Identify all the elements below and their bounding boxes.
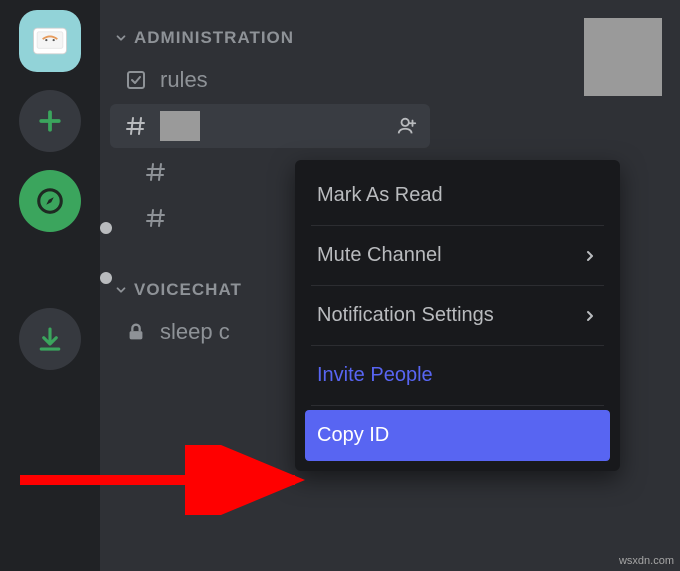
hash-icon [142, 206, 170, 230]
download-icon [35, 324, 65, 354]
menu-label: Mark As Read [317, 184, 443, 207]
menu-label: Mute Channel [317, 244, 442, 267]
menu-invite-people[interactable]: Invite People [305, 350, 610, 401]
chevron-right-icon [582, 248, 598, 264]
menu-separator [311, 285, 604, 286]
hash-icon [122, 114, 150, 138]
chevron-down-icon [114, 283, 128, 297]
menu-label: Notification Settings [317, 304, 494, 327]
chevron-right-icon [582, 308, 598, 324]
menu-separator [311, 345, 604, 346]
menu-separator [311, 405, 604, 406]
rules-icon [122, 68, 150, 92]
menu-label: Invite People [317, 364, 433, 387]
keycap-icon [28, 19, 72, 63]
compass-icon [35, 186, 65, 216]
category-administration[interactable]: ADMINISTRATION [100, 20, 440, 56]
channel-selected[interactable] [110, 104, 430, 148]
menu-mark-read[interactable]: Mark As Read [305, 170, 610, 221]
category-label: ADMINISTRATION [134, 28, 294, 48]
chevron-down-icon [114, 31, 128, 45]
presence-dot [100, 272, 112, 284]
lock-icon [122, 321, 150, 343]
download-button[interactable] [19, 308, 81, 370]
watermark: wsxdn.com [619, 555, 674, 567]
menu-separator [311, 225, 604, 226]
menu-mute-channel[interactable]: Mute Channel [305, 230, 610, 281]
annotation-arrow [15, 445, 325, 515]
category-label: VOICECHAT [134, 280, 242, 300]
thumbnail-placeholder [584, 18, 662, 96]
explore-button[interactable] [19, 170, 81, 232]
context-menu: Mark As Read Mute Channel Notification S… [295, 160, 620, 471]
add-server-button[interactable] [19, 90, 81, 152]
menu-notification-settings[interactable]: Notification Settings [305, 290, 610, 341]
channel-rules[interactable]: rules [110, 58, 430, 102]
channel-label [160, 111, 396, 141]
hash-icon [142, 160, 170, 184]
menu-copy-id[interactable]: Copy ID [305, 410, 610, 461]
server-selected[interactable] [19, 10, 81, 72]
plus-icon [35, 106, 65, 136]
presence-dot [100, 222, 112, 234]
channel-label: rules [160, 67, 418, 93]
menu-label: Copy ID [317, 424, 389, 447]
add-user-icon[interactable] [396, 115, 418, 137]
